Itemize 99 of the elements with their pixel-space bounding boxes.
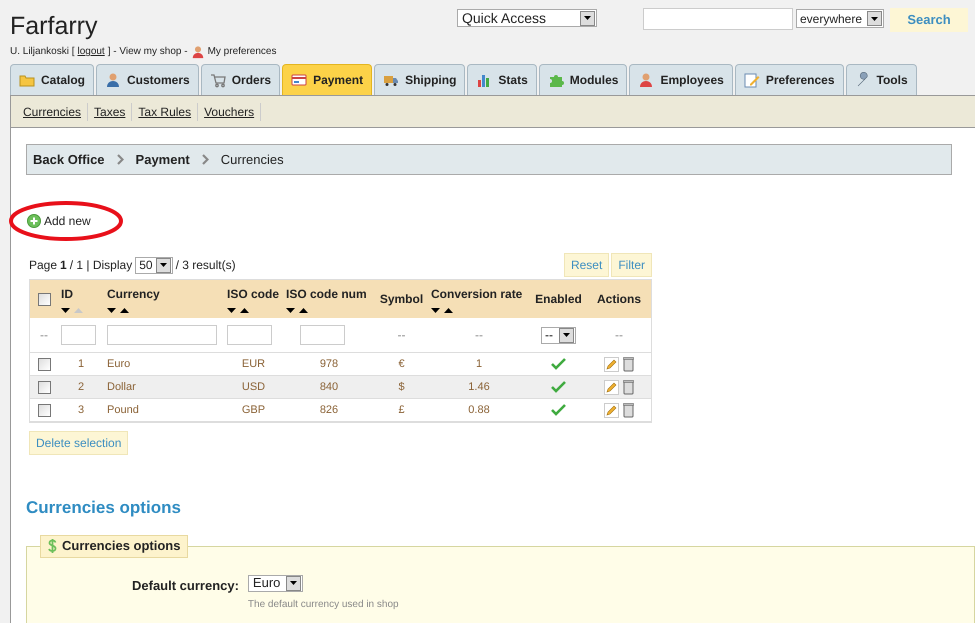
table-cell: Dollar xyxy=(107,380,136,393)
column-header[interactable]: Conversion rate xyxy=(431,284,522,302)
plus-circle-icon xyxy=(27,214,41,228)
dollar-icon xyxy=(48,539,57,553)
nav-tab[interactable]: Shipping xyxy=(374,64,466,95)
column-header: Symbol xyxy=(380,291,424,308)
result-count: / 3 result(s) xyxy=(176,257,236,274)
subnav-link[interactable]: Currencies xyxy=(17,102,88,120)
subnav-link[interactable]: Vouchers xyxy=(198,102,262,120)
table-cell: 840 xyxy=(320,380,338,393)
table-cell: Pound xyxy=(107,404,139,416)
puzzle-icon xyxy=(548,72,564,88)
page-label: Page xyxy=(29,257,58,274)
breadcrumb-item[interactable]: Back Office xyxy=(33,150,105,170)
checkbox[interactable] xyxy=(38,358,50,370)
breadcrumb-item: Currencies xyxy=(220,150,284,169)
fieldset-legend: Currencies options xyxy=(40,534,188,558)
cart-icon xyxy=(210,72,226,88)
nav-tab[interactable]: Tools xyxy=(846,64,917,95)
checkbox[interactable] xyxy=(38,404,50,416)
per-page-select[interactable]: 50 xyxy=(135,256,173,274)
sort-arrows-icon[interactable] xyxy=(61,306,85,314)
table-cell: 1 xyxy=(476,358,482,370)
nav-tab[interactable]: Modules xyxy=(538,64,628,95)
trash-can-icon[interactable] xyxy=(623,380,634,394)
table-cell: 3 xyxy=(78,404,84,416)
column-header: Actions xyxy=(596,291,641,308)
chevron-icon xyxy=(202,154,209,165)
nav-tab[interactable]: Preferences xyxy=(734,64,844,95)
sort-arrows-icon[interactable] xyxy=(286,306,310,314)
trash-can-icon[interactable] xyxy=(623,356,634,372)
table-cell-text: -- xyxy=(39,327,49,344)
table-cell: Euro xyxy=(107,358,130,370)
search-scope-select[interactable]: everywhere xyxy=(796,9,884,28)
table-cell: £ xyxy=(398,404,405,416)
person-icon xyxy=(105,72,122,88)
field-hint: The default currency used in shop xyxy=(248,598,399,612)
default-currency-select[interactable]: Euro xyxy=(248,574,303,592)
table-cell: USD xyxy=(242,380,266,393)
nav-tab[interactable]: Employees xyxy=(629,64,733,95)
pencil-icon[interactable] xyxy=(604,356,619,372)
page-count: / 1 | Display xyxy=(70,257,132,274)
table-cell: 1.46 xyxy=(468,380,490,393)
table-cell: 826 xyxy=(320,404,338,416)
subnav-link[interactable]: Tax Rules xyxy=(132,102,198,120)
section-heading: Currencies options xyxy=(26,497,182,519)
sort-arrows-icon[interactable] xyxy=(107,306,131,314)
table-cell: € xyxy=(398,358,405,370)
nav-tab[interactable]: Customers xyxy=(96,64,199,95)
column-header[interactable]: ISO code xyxy=(227,284,280,302)
table-cell: 978 xyxy=(320,358,338,370)
table-cell: 1 xyxy=(78,358,84,370)
sort-arrows-icon[interactable] xyxy=(431,306,455,314)
page-number: 1 xyxy=(60,257,67,274)
nav-tab[interactable]: Stats xyxy=(467,64,537,95)
breadcrumb-item[interactable]: Payment xyxy=(136,150,190,170)
nav-tab[interactable]: Catalog xyxy=(10,64,94,95)
nav-tab[interactable]: Orders xyxy=(200,64,280,95)
checkbox[interactable] xyxy=(38,292,50,306)
chevron-icon xyxy=(116,154,124,165)
checkbox[interactable] xyxy=(38,380,50,394)
column-header[interactable]: ISO code num xyxy=(286,284,367,302)
iso-num-filter-field[interactable] xyxy=(300,325,345,345)
shop-title: Farfarry xyxy=(10,11,98,42)
nav-tab[interactable]: Payment xyxy=(282,64,372,95)
table-cell: EUR xyxy=(242,358,266,370)
view-shop-text: ] - View my shop - xyxy=(108,45,188,59)
preferences-link[interactable]: My preferences xyxy=(208,44,276,59)
table-cell: 2 xyxy=(78,380,84,393)
trash-can-icon[interactable] xyxy=(623,402,634,418)
sort-arrows-icon[interactable] xyxy=(227,306,251,314)
enabled-filter-select[interactable]: -- xyxy=(541,326,576,344)
field-label: Default currency: xyxy=(132,576,239,595)
table-cell: GBP xyxy=(242,404,266,416)
logout-link[interactable]: logout xyxy=(77,44,105,59)
pencil-icon[interactable] xyxy=(604,402,619,418)
person-icon xyxy=(190,44,205,58)
card-icon xyxy=(291,72,308,88)
quick-access-select[interactable]: Quick Access xyxy=(457,9,597,27)
check-icon[interactable] xyxy=(551,358,566,370)
table-cell-text: -- xyxy=(474,327,484,344)
table-cell: $ xyxy=(398,380,405,393)
iso-filter-field[interactable] xyxy=(227,325,272,345)
table-cell-text: -- xyxy=(396,327,406,344)
search-field[interactable] xyxy=(643,8,793,30)
user-label: U. Liljankoski [ xyxy=(10,45,74,59)
column-header: Enabled xyxy=(535,291,582,308)
person-icon xyxy=(638,72,654,88)
notepad-pencil-icon xyxy=(744,72,760,88)
subnav-link[interactable]: Taxes xyxy=(88,102,132,120)
id-filter-field[interactable] xyxy=(61,325,96,345)
pencil-icon[interactable] xyxy=(604,380,619,394)
check-icon[interactable] xyxy=(551,404,566,416)
currency-filter-field[interactable] xyxy=(107,325,217,345)
column-header[interactable]: ID xyxy=(61,284,73,302)
table-cell: 0.88 xyxy=(468,404,490,416)
column-header[interactable]: Currency xyxy=(107,284,160,302)
check-icon[interactable] xyxy=(551,381,566,393)
table-cell-text: -- xyxy=(614,327,624,344)
